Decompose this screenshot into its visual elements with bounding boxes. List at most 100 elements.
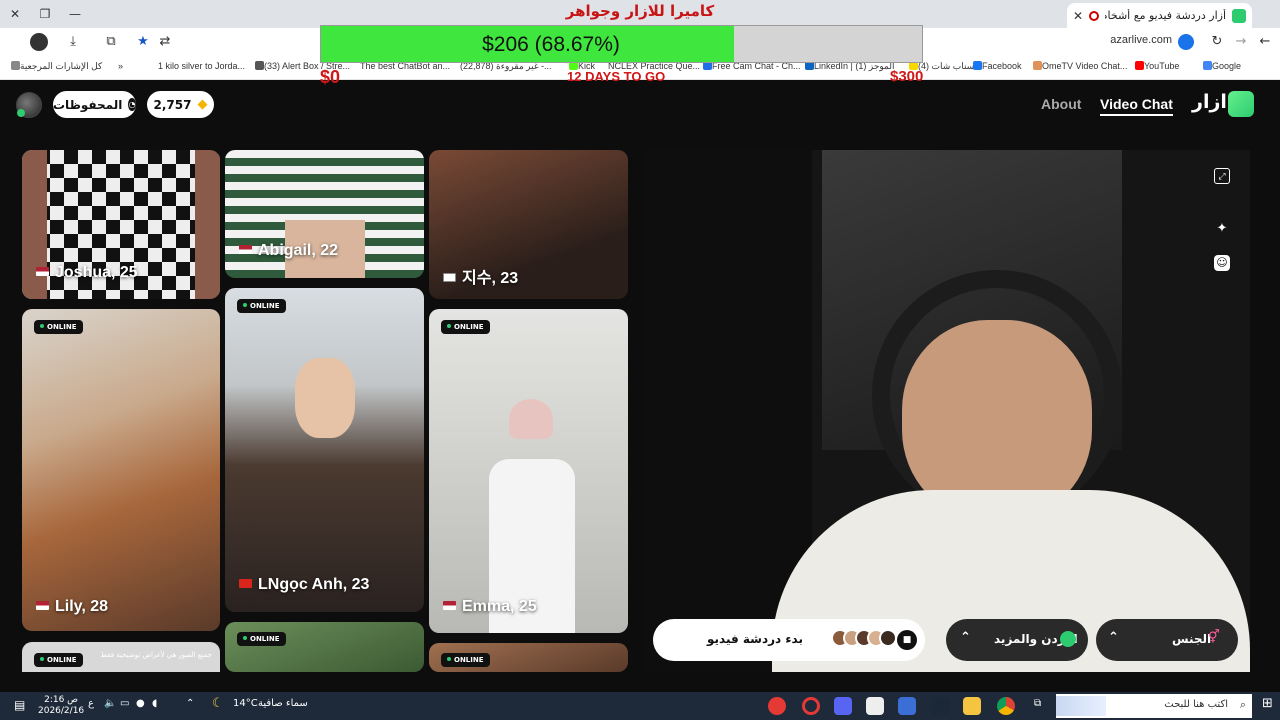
days-left: 12 DAYS TO GO — [567, 69, 666, 84]
sticker-face-icon[interactable]: ☺ — [1214, 255, 1230, 271]
reload-icon[interactable]: ↻ — [1208, 33, 1226, 51]
chrome-icon[interactable] — [997, 697, 1015, 715]
chevron-up-icon: ⌃ — [960, 630, 971, 645]
site-logo-text[interactable]: ازار — [1192, 91, 1227, 113]
bookmark-star-icon[interactable]: ★ — [134, 33, 152, 51]
search-box[interactable]: اكتب هنا للبحث ⌕ — [1056, 694, 1252, 718]
discord-icon[interactable] — [834, 697, 852, 715]
effects-wand-icon[interactable]: ✦ — [1214, 221, 1230, 237]
bookmark-item[interactable]: Facebook — [970, 61, 1022, 71]
clock[interactable]: 2:16 ص 2026/2/16 — [38, 695, 84, 717]
clock-icon: ◔ — [128, 98, 136, 111]
online-badge: ONLINE — [441, 653, 490, 667]
online-badge: ONLINE — [237, 632, 286, 646]
card-name: 지수, 23 — [443, 264, 518, 288]
progress-text: $206 (68.67%) — [482, 33, 620, 56]
donation-progress-bar: $206 (68.67%) — [320, 25, 923, 63]
profile-avatar-icon[interactable] — [30, 33, 48, 51]
nav-about[interactable]: About — [1041, 96, 1081, 112]
bookmark-item[interactable]: Google — [1200, 61, 1241, 71]
us-flag-icon — [36, 601, 49, 610]
online-badge: ONLINE — [237, 299, 286, 313]
notification-icon[interactable]: ▤ — [14, 698, 25, 712]
steam-icon[interactable] — [932, 697, 950, 715]
minimize-button[interactable]: — — [60, 4, 90, 24]
online-status-dot — [17, 109, 25, 117]
file-explorer-icon[interactable] — [963, 697, 981, 715]
network-icon[interactable]: ▭ — [120, 698, 129, 709]
speaker-icon[interactable]: ◖ — [152, 698, 157, 709]
gender-filter-button[interactable]: ⌃ الجنس ⚥ — [1096, 619, 1238, 661]
goal-amount: $300 — [890, 68, 924, 85]
extensions-icon[interactable]: ⧉ — [102, 33, 120, 51]
close-window-button[interactable]: ✕ — [0, 4, 30, 24]
volume-icon[interactable]: 🔈 — [104, 698, 116, 709]
kr-flag-icon — [443, 273, 456, 282]
language-indicator[interactable]: ع — [88, 698, 94, 709]
online-badge: ONLINE — [441, 320, 490, 334]
app-icon-active[interactable] — [898, 697, 916, 715]
recording-icon — [1089, 10, 1100, 21]
azar-logo-icon[interactable] — [1228, 91, 1254, 117]
forward-icon[interactable]: → — [1232, 33, 1250, 51]
online-badge: ONLINE — [34, 320, 83, 334]
bookmark-item[interactable]: OmeTV Video Chat... — [1030, 61, 1127, 71]
search-placeholder: اكتب هنا للبحث — [1164, 699, 1228, 710]
card-name: Joshua, 25 — [36, 264, 138, 282]
opera-icon[interactable] — [802, 697, 820, 715]
us-flag-icon — [443, 601, 456, 610]
fullscreen-icon[interactable]: ⤢ — [1214, 168, 1230, 184]
tab-close-icon[interactable]: ✕ — [1073, 9, 1083, 23]
site-info-icon[interactable] — [1178, 34, 1194, 50]
site-settings-icon[interactable]: ⇄ — [156, 33, 174, 51]
profile-card[interactable]: Joshua, 25 — [22, 150, 220, 299]
globe-icon — [1060, 631, 1076, 647]
us-flag-icon — [36, 267, 49, 276]
card-name: LNgọc Anh, 23 — [239, 576, 369, 594]
gender-icon: ⚥ — [1208, 630, 1220, 645]
online-badge: ONLINE — [34, 653, 83, 667]
download-icon[interactable]: ⤓ — [64, 33, 82, 51]
start-icon[interactable]: ⊞ — [1262, 696, 1273, 711]
bookmarks-overflow-icon[interactable]: » — [118, 61, 123, 71]
profile-card[interactable]: ONLINE جميع الصور هي لأغراض توضيحية فقط — [22, 642, 220, 672]
profile-card[interactable]: ONLINE LNgọc Anh, 23 — [225, 288, 424, 612]
store-icon[interactable] — [866, 697, 884, 715]
back-icon[interactable]: ← — [1256, 33, 1274, 51]
tab-title: أزار دردشة فيديو مع أشخاص — [1105, 9, 1226, 22]
weather-temp[interactable]: 14°C — [233, 698, 258, 709]
gender-label: الجنس — [1172, 632, 1212, 646]
saved-button[interactable]: المحفوظات ◔ — [53, 91, 136, 118]
task-view-icon[interactable]: ⧉ — [1034, 698, 1041, 709]
camera-preview: ⤢ ✦ ☺ — [642, 150, 1250, 672]
profile-card[interactable]: Abigail, 22 — [225, 150, 424, 278]
profile-card[interactable]: ONLINE Emma, 25 — [429, 309, 628, 633]
profile-card[interactable]: 지수, 23 — [429, 150, 628, 299]
profile-card[interactable]: ONLINE Lily, 28 — [22, 309, 220, 631]
gems-button[interactable]: 2,757 ◆ — [147, 91, 214, 118]
weather-text[interactable]: سماء صافية — [258, 698, 308, 709]
microphone-icon[interactable]: ● — [136, 698, 145, 709]
user-avatars-stack — [831, 629, 903, 651]
address-bar-url[interactable]: azarlive.com — [1110, 34, 1172, 46]
card-name: Lily, 28 — [36, 598, 108, 616]
search-icon: ⌕ — [1239, 698, 1246, 711]
card-name: Abigail, 22 — [239, 242, 338, 260]
search-highlight-icon — [1056, 696, 1106, 716]
tray-chevron-icon[interactable]: ⌃ — [186, 698, 194, 709]
nav-video-chat[interactable]: Video Chat — [1100, 96, 1173, 116]
app-icon-record[interactable] — [768, 697, 786, 715]
card-name: Emma, 25 — [443, 598, 537, 616]
profile-card[interactable]: ONLINE — [429, 643, 628, 672]
bookmark-item[interactable]: 1 kilo silver to Jorda... — [158, 61, 245, 71]
bookmark-all[interactable]: كل الإشارات المرجعية — [8, 61, 102, 72]
profile-card[interactable]: ONLINE — [225, 622, 424, 672]
vn-flag-icon — [239, 579, 252, 588]
video-camera-icon: ■ — [897, 630, 917, 650]
maximize-button[interactable]: ❐ — [30, 4, 60, 24]
browser-tab[interactable]: أزار دردشة فيديو مع أشخاص ✕ — [1067, 3, 1252, 28]
start-video-chat-button[interactable]: بدء دردشة فيديو ■ — [653, 619, 925, 661]
bookmark-item[interactable]: YouTube — [1132, 61, 1179, 71]
gems-count: 2,757 — [153, 97, 192, 112]
region-filter-button[interactable]: ⌃ الأردن والمزيد — [946, 619, 1088, 661]
